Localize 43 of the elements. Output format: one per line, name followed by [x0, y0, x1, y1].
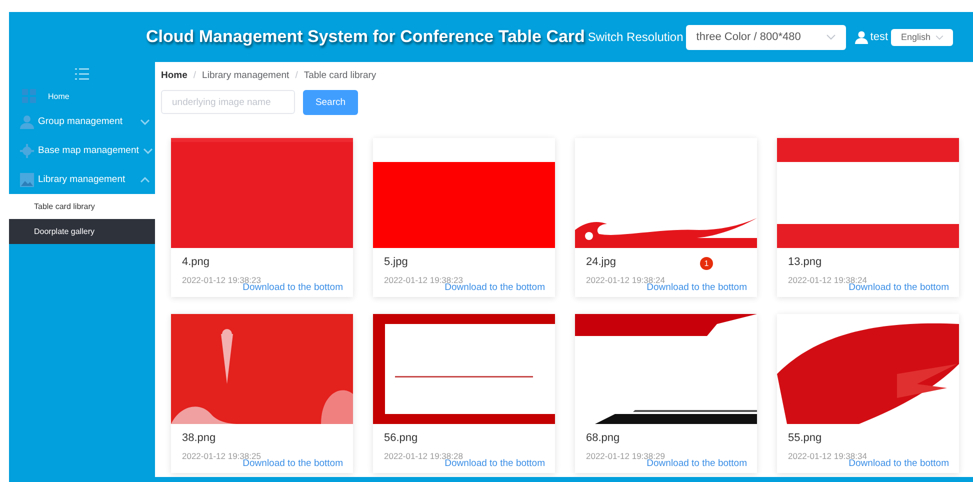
- upload-date: 2022-01-12 19:38:29: [586, 451, 665, 461]
- submenu-item[interactable]: Doorplate gallery: [9, 219, 155, 244]
- download-link[interactable]: Download to the bottom: [646, 458, 747, 469]
- file-name: 68.png: [586, 432, 620, 444]
- search-field[interactable]: underlying image name: [161, 90, 295, 114]
- download-link[interactable]: Download to the bottom: [444, 282, 545, 293]
- language-select[interactable]: English: [891, 28, 953, 46]
- upload-date: 2022-01-12 19:38:28: [384, 451, 463, 461]
- menu-item[interactable]: Library management: [9, 165, 155, 194]
- upload-date: 2022-01-12 19:38:23: [182, 275, 261, 285]
- upload-date: 2022-01-12 19:38:25: [182, 451, 261, 461]
- upload-date: 2022-01-12 19:38:24: [586, 275, 665, 285]
- file-name: 5.jpg: [384, 256, 408, 268]
- download-link[interactable]: Download to the bottom: [848, 282, 949, 293]
- file-name: 56.png: [384, 432, 418, 444]
- count-badge: 1: [700, 257, 713, 270]
- download-link[interactable]: Download to the bottom: [242, 458, 343, 469]
- upload-date: 2022-01-12 19:38:23: [384, 275, 463, 285]
- download-link[interactable]: Download to the bottom: [646, 282, 747, 293]
- resolution-label: Switch Resolution: [588, 30, 684, 44]
- submenu-item[interactable]: Table card library: [9, 194, 155, 219]
- menu-item[interactable]: Group management: [9, 107, 155, 136]
- upload-date: 2022-01-12 19:38:24: [788, 275, 867, 285]
- file-name: 13.png: [788, 256, 822, 268]
- user-name[interactable]: test: [870, 31, 888, 43]
- breadcrumb-separator: /: [193, 70, 196, 81]
- menu-item[interactable]: Base map management: [9, 136, 155, 165]
- breadcrumb-item[interactable]: Library management: [202, 70, 290, 81]
- resolution-select[interactable]: three Color / 800*480: [686, 24, 846, 50]
- file-name: 4.png: [182, 256, 210, 268]
- file-name: 38.png: [182, 432, 216, 444]
- breadcrumb-item: Table card library: [304, 70, 376, 81]
- search-button[interactable]: Search: [303, 90, 358, 115]
- file-name: 24.jpg: [586, 256, 616, 268]
- menu-item[interactable]: Home: [9, 85, 155, 107]
- file-name: 55.png: [788, 432, 822, 444]
- upload-date: 2022-01-12 19:38:34: [788, 451, 867, 461]
- breadcrumb-separator: /: [295, 70, 298, 81]
- download-link[interactable]: Download to the bottom: [242, 282, 343, 293]
- download-link[interactable]: Download to the bottom: [848, 458, 949, 469]
- breadcrumb-item[interactable]: Home: [161, 70, 188, 81]
- app-title: Cloud Management System for Conference Table Card: [146, 27, 585, 47]
- download-link[interactable]: Download to the bottom: [444, 458, 545, 469]
